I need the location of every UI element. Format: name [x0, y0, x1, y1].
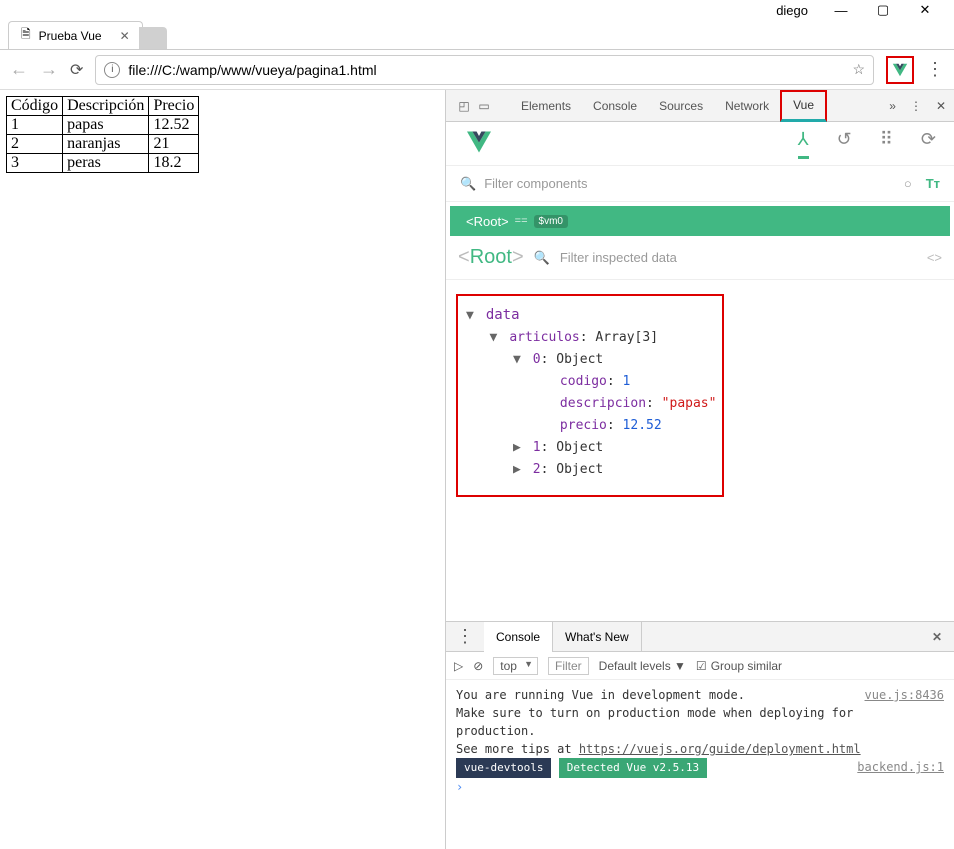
address-bar: ← → ⟳ i file:///C:/wamp/www/vueya/pagina…	[0, 50, 954, 90]
articulos-table: Código Descripción Precio 1 papas 12.52 …	[6, 96, 199, 173]
tab-sources[interactable]: Sources	[648, 90, 714, 122]
source-link[interactable]: vue.js:8436	[865, 686, 944, 704]
filter-inspected-input[interactable]: Filter inspected data	[560, 250, 677, 265]
url-text: file:///C:/wamp/www/vueya/pagina1.html	[128, 62, 376, 78]
inspect-root-name: Root	[470, 246, 512, 268]
tab-title: Prueba Vue	[39, 29, 102, 43]
drawer-tab-console[interactable]: Console	[484, 622, 553, 652]
minimize-button[interactable]: —	[832, 3, 850, 18]
table-row: 3 peras 18.2	[7, 154, 199, 173]
console-filter-input[interactable]: Filter	[548, 657, 589, 675]
inspect-element-icon[interactable]: ◰	[454, 99, 474, 113]
table-row: 2 naranjas 21	[7, 135, 199, 154]
bookmark-star-icon[interactable]: ☆	[852, 61, 865, 78]
tab-console[interactable]: Console	[582, 90, 648, 122]
tab-strip: 🗎 Prueba Vue ✕	[0, 20, 954, 50]
close-drawer-button[interactable]: ✕	[920, 630, 954, 644]
vue-devtools-badge: vue-devtools	[456, 758, 551, 778]
data-section-label[interactable]: data	[486, 307, 520, 323]
search-icon: 🔍	[534, 250, 550, 266]
drawer-menu-icon[interactable]: ⋮	[446, 626, 484, 647]
select-component-icon[interactable]: ○	[904, 176, 912, 191]
new-tab-button[interactable]	[139, 27, 167, 49]
th-codigo: Código	[7, 97, 63, 116]
console-toolbar: ▷ ⊘ top Filter Default levels ▼ ☑Group s…	[446, 652, 954, 680]
chrome-menu-button[interactable]: ⋮	[926, 59, 944, 80]
table-row: 1 papas 12.52	[7, 116, 199, 135]
group-similar-checkbox[interactable]: ☑Group similar	[696, 659, 782, 673]
events-tool-icon[interactable]: ⠿	[880, 129, 893, 159]
device-toggle-icon[interactable]: ▭	[474, 99, 494, 113]
back-button[interactable]: ←	[10, 59, 28, 80]
page-content: Código Descripción Precio 1 papas 12.52 …	[0, 90, 445, 849]
more-tabs-icon[interactable]: »	[889, 99, 896, 113]
vue-inspect-header: <Root> 🔍 Filter inspected data <>	[446, 236, 954, 280]
levels-select[interactable]: Default levels ▼	[599, 659, 686, 673]
forward-button[interactable]: →	[40, 59, 58, 80]
browser-tab[interactable]: 🗎 Prueba Vue ✕	[8, 21, 143, 49]
vue-panel: ⅄ ↺ ⠿ ⟳ 🔍 Filter components ○ Tт <Root> …	[446, 122, 954, 621]
source-link[interactable]: backend.js:1	[857, 758, 944, 776]
filter-components-input[interactable]: Filter components	[484, 176, 587, 191]
equals-label: ==	[515, 215, 528, 227]
url-input[interactable]: i file:///C:/wamp/www/vueya/pagina1.html…	[95, 55, 874, 85]
clear-console-icon[interactable]: ⊘	[473, 659, 483, 673]
vue-devtools-extension-icon[interactable]	[886, 56, 914, 84]
refresh-tool-icon[interactable]: ⟳	[921, 129, 936, 159]
components-tool-icon[interactable]: ⅄	[798, 129, 809, 159]
deployment-link[interactable]: https://vuejs.org/guide/deployment.html	[579, 742, 861, 756]
root-label: <Root>	[466, 214, 509, 229]
drawer-tabs: ⋮ Console What's New ✕	[446, 622, 954, 652]
tab-vue[interactable]: Vue	[780, 90, 827, 122]
console-sidebar-icon[interactable]: ▷	[454, 659, 463, 673]
component-root-selected[interactable]: <Root> == $vm0	[450, 206, 950, 236]
arr-key[interactable]: articulos	[509, 330, 579, 345]
window-titlebar: diego — ▢ ✕	[0, 0, 954, 20]
format-icon[interactable]: Tт	[926, 176, 940, 191]
console-drawer: ⋮ Console What's New ✕ ▷ ⊘ top Filter De…	[446, 621, 954, 849]
reload-button[interactable]: ⟳	[70, 60, 83, 80]
vue-filter-row: 🔍 Filter components ○ Tт	[446, 166, 954, 202]
scroll-arrows-icon[interactable]: <>	[927, 250, 942, 265]
vm-ref: $vm0	[534, 215, 568, 228]
search-icon: 🔍	[460, 176, 476, 192]
table-header-row: Código Descripción Precio	[7, 97, 199, 116]
th-precio: Precio	[149, 97, 199, 116]
tab-elements[interactable]: Elements	[510, 90, 582, 122]
site-info-icon[interactable]: i	[104, 62, 120, 78]
vue-toolbar: ⅄ ↺ ⠿ ⟳	[446, 122, 954, 166]
devtools-tabs: ◰ ▭ Elements Console Sources Network Vue…	[446, 90, 954, 122]
th-descripcion: Descripción	[63, 97, 149, 116]
console-output: vue.js:8436You are running Vue in develo…	[446, 680, 954, 849]
close-devtools-button[interactable]: ✕	[936, 99, 946, 113]
vue-logo-icon	[464, 127, 494, 160]
profile-name: diego	[776, 3, 808, 18]
vue-data-tree: ▼ data ▼ articulos: Array[3] ▼ 0: Object…	[446, 280, 954, 507]
close-window-button[interactable]: ✕	[916, 2, 934, 18]
maximize-button[interactable]: ▢	[874, 2, 892, 18]
close-tab-icon[interactable]: ✕	[120, 29, 130, 43]
page-icon: 🗎	[21, 25, 31, 46]
context-select[interactable]: top	[493, 657, 538, 675]
devtools-panel: ◰ ▭ Elements Console Sources Network Vue…	[445, 90, 954, 849]
vuex-tool-icon[interactable]: ↺	[837, 129, 852, 159]
console-prompt[interactable]: ›	[456, 780, 463, 794]
drawer-tab-whatsnew[interactable]: What's New	[553, 622, 642, 652]
vue-detected-badge: Detected Vue v2.5.13	[559, 758, 707, 778]
tab-network[interactable]: Network	[714, 90, 780, 122]
devtools-menu-icon[interactable]: ⋮	[910, 99, 922, 113]
